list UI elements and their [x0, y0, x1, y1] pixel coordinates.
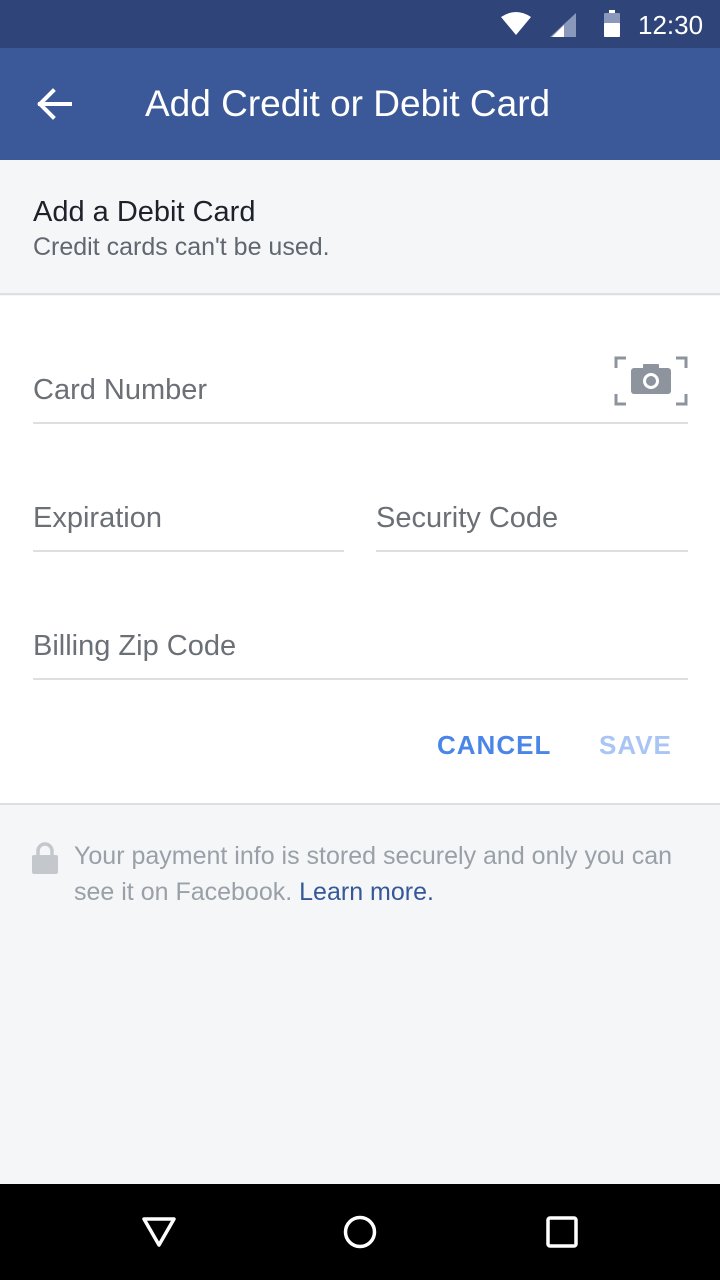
expiration-field[interactable]: Expiration [33, 464, 344, 552]
nav-back-button[interactable] [127, 1200, 191, 1264]
learn-more-link[interactable]: Learn more. [299, 878, 434, 906]
back-button[interactable] [22, 72, 86, 136]
triangle-back-icon [142, 1217, 176, 1247]
system-nav-bar [0, 1184, 720, 1280]
card-number-field[interactable]: Card Number [33, 336, 688, 424]
camera-scan-icon [614, 356, 688, 406]
app-bar: Add Credit or Debit Card [0, 48, 720, 160]
nav-recents-button[interactable] [530, 1200, 594, 1264]
card-form: Card Number Expiration Security Code Bil… [0, 296, 720, 805]
secure-payment-note: Your payment info is stored securely and… [0, 806, 720, 1184]
lock-icon [32, 842, 58, 874]
circle-home-icon [343, 1215, 377, 1249]
section-heading: Add a Debit Card [33, 196, 256, 228]
status-time: 12:30 [638, 10, 704, 40]
arrow-left-icon [37, 88, 72, 120]
secure-note-text: Your payment info is stored securely and… [74, 838, 674, 910]
security-code-field[interactable]: Security Code [376, 464, 688, 552]
billing-zip-field[interactable]: Billing Zip Code [33, 592, 688, 680]
scan-card-button[interactable] [614, 356, 688, 406]
section-subheading: Credit cards can't be used. [33, 233, 330, 261]
card-number-placeholder: Card Number [33, 374, 208, 406]
section-header: Add a Debit Card Credit cards can't be u… [0, 160, 720, 295]
expiration-placeholder: Expiration [33, 502, 162, 534]
save-button[interactable]: SAVE [599, 728, 672, 762]
wifi-icon [501, 12, 531, 35]
security-code-placeholder: Security Code [376, 502, 559, 534]
battery-icon [604, 10, 620, 37]
square-recents-icon [546, 1216, 578, 1248]
billing-zip-placeholder: Billing Zip Code [33, 630, 237, 662]
nav-home-button[interactable] [328, 1200, 392, 1264]
cancel-button[interactable]: CANCEL [437, 728, 551, 762]
page-title: Add Credit or Debit Card [145, 83, 551, 124]
status-bar: 12:30 [0, 0, 720, 48]
cell-signal-icon [550, 13, 576, 37]
